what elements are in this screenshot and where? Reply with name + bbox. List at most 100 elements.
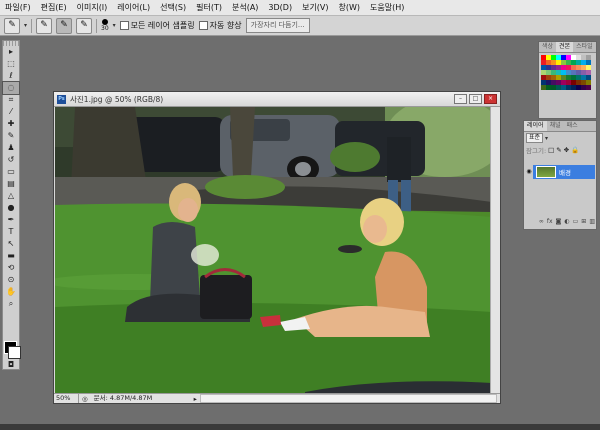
menu-item[interactable]: 필터(T) <box>191 0 227 16</box>
status-share-icon[interactable]: ◎ <box>79 395 88 403</box>
quick-selection-tool[interactable]: ◌ <box>2 81 20 95</box>
hand-tool[interactable]: ✋ <box>3 286 19 298</box>
type-tool[interactable]: T <box>3 226 19 238</box>
new-group-icon[interactable]: ▭ <box>573 218 579 227</box>
color-swatch[interactable] <box>586 85 591 90</box>
blend-mode-row: 표준 ▾ <box>524 132 596 144</box>
clone-stamp-tool[interactable]: ♟ <box>3 142 19 154</box>
brush-plus-icon: ✎ <box>60 20 68 30</box>
swatches-panel: 색상 견본 스타일 <box>538 41 597 119</box>
layer-name: 배경 <box>559 169 571 177</box>
crop-tool[interactable]: ⌗ <box>3 94 19 106</box>
lock-all-icon[interactable]: 🔒 <box>571 146 579 154</box>
chevron-down-icon[interactable]: ▾ <box>545 135 548 142</box>
eye-icon[interactable]: ◉ <box>525 165 533 179</box>
blend-mode-select[interactable]: 표준 <box>526 133 544 143</box>
lasso-tool[interactable]: ℓ <box>3 70 19 82</box>
gradient-tool[interactable]: ▤ <box>3 178 19 190</box>
separator <box>96 18 98 33</box>
adjustment-layer-icon[interactable]: ◐ <box>564 218 569 227</box>
blur-tool[interactable]: △ <box>3 190 19 202</box>
healing-brush-tool[interactable]: ✚ <box>3 118 19 130</box>
sample-all-layers-checkbox[interactable]: 모든 레이어 샘플링 <box>119 20 195 31</box>
toolbox: ▸ ⬚ ℓ ◌ ⌗ ⁄ ✚ ✎ ♟ ↺ ▭ ▤ △ ● ✒ T ↖ ▬ ⟲ ⊙ ✋ ⌕ ◘ <box>2 40 21 371</box>
auto-enhance-checkbox[interactable]: 자동 향상 <box>198 20 242 31</box>
close-button[interactable]: × <box>484 94 497 104</box>
refine-edge-button[interactable]: 가장자리 다듬기... <box>245 18 310 33</box>
menu-item[interactable]: 보기(V) <box>297 0 333 16</box>
panel-tab[interactable]: 패스 <box>564 121 581 131</box>
brush-icon: ✎ <box>40 20 48 30</box>
menu-item[interactable]: 3D(D) <box>263 0 297 16</box>
status-bar: 50% ◎ 문서: 4.87M/4.87M ▸ <box>54 393 500 403</box>
brush-size-value: 30 <box>101 25 109 32</box>
quick-selection-icon: ✎ <box>8 20 16 30</box>
brush-size-picker[interactable]: 30 <box>101 19 109 32</box>
chevron-down-icon[interactable]: ▾ <box>24 22 27 29</box>
quick-mask-icon[interactable]: ◘ <box>3 359 19 371</box>
swatches-panel-tabs: 색상 견본 스타일 <box>539 42 596 53</box>
new-selection-button[interactable]: ✎ <box>36 17 53 34</box>
zoom-tool[interactable]: ⌕ <box>3 298 19 310</box>
photo-image <box>55 107 492 395</box>
layer-thumbnail <box>536 166 556 178</box>
menu-item[interactable]: 파일(F) <box>0 0 36 16</box>
subtract-from-selection-button[interactable]: ✎ <box>76 17 93 34</box>
layer-row-background[interactable]: ◉ 배경 <box>525 165 595 179</box>
zoom-level-field[interactable]: 50% <box>54 394 79 403</box>
menu-item[interactable]: 분석(A) <box>227 0 263 16</box>
layers-footer: ∞ fx ◙ ◐ ▭ ⊞ ▥ <box>525 218 595 227</box>
image-canvas[interactable] <box>55 107 492 395</box>
fx-icon[interactable]: fx <box>547 218 553 227</box>
delete-layer-icon[interactable]: ▥ <box>589 218 595 227</box>
shape-tool[interactable]: ▬ <box>3 250 19 262</box>
3d-orbit-tool[interactable]: ⊙ <box>3 274 19 286</box>
add-to-selection-button[interactable]: ✎ <box>56 17 73 34</box>
menu-bar: 파일(F) 편집(E) 이미지(I) 레이어(L) 선택(S) 필터(T) 분석(A) 3D(… <box>0 0 600 16</box>
checkbox-box[interactable] <box>198 21 208 30</box>
menu-item[interactable]: 이미지(I) <box>72 0 113 16</box>
background-color-swatch[interactable] <box>8 346 21 359</box>
vertical-scrollbar[interactable] <box>490 107 500 395</box>
tool-list: ▸ ⬚ ℓ ◌ ⌗ ⁄ ✚ ✎ ♟ ↺ ▭ ▤ △ ● ✒ T ↖ ▬ ⟲ ⊙ ✋ ⌕ <box>2 46 20 310</box>
move-tool[interactable]: ▸ <box>3 46 19 58</box>
pen-tool[interactable]: ✒ <box>3 214 19 226</box>
menu-item[interactable]: 선택(S) <box>155 0 191 16</box>
history-brush-tool[interactable]: ↺ <box>3 154 19 166</box>
taskbar-strip <box>0 424 600 430</box>
status-menu-arrow-icon[interactable]: ▸ <box>194 395 197 403</box>
swatch-grid <box>541 55 591 90</box>
panel-tab[interactable]: 레이어 <box>524 121 547 131</box>
menu-item[interactable]: 창(W) <box>334 0 366 16</box>
eyedropper-tool[interactable]: ⁄ <box>3 106 19 118</box>
menu-item[interactable]: 도움말(H) <box>365 0 409 16</box>
path-selection-tool[interactable]: ↖ <box>3 238 19 250</box>
link-layers-icon[interactable]: ∞ <box>539 218 544 227</box>
panel-tab[interactable]: 색상 <box>539 42 556 52</box>
lock-pixels-icon[interactable]: ✎ <box>556 146 561 154</box>
menu-item[interactable]: 편집(E) <box>36 0 72 16</box>
add-mask-icon[interactable]: ◙ <box>556 218 562 227</box>
maximize-button[interactable]: □ <box>469 94 482 104</box>
horizontal-scrollbar[interactable] <box>199 394 497 403</box>
separator <box>31 18 33 33</box>
checkbox-box[interactable] <box>119 21 129 30</box>
lock-position-icon[interactable]: ✥ <box>564 146 569 154</box>
panel-tab[interactable]: 스타일 <box>573 42 596 52</box>
chevron-down-icon[interactable]: ▾ <box>113 22 116 29</box>
tool-preset-picker[interactable]: ✎ <box>4 17 20 34</box>
eraser-tool[interactable]: ▭ <box>3 166 19 178</box>
document-title: 사진1.jpg @ 50% (RGB/8) <box>70 94 164 104</box>
lock-transparency-icon[interactable]: □ <box>548 146 554 154</box>
photoshop-doc-icon: Ps <box>57 94 66 104</box>
menu-item[interactable]: 레이어(L) <box>112 0 155 16</box>
panel-tab[interactable]: 견본 <box>556 42 574 52</box>
3d-rotate-tool[interactable]: ⟲ <box>3 262 19 274</box>
panel-tab[interactable]: 채널 <box>547 121 564 131</box>
document-title-bar[interactable]: Ps 사진1.jpg @ 50% (RGB/8) – □ × <box>54 92 500 107</box>
brush-tool[interactable]: ✎ <box>3 130 19 142</box>
minimize-button[interactable]: – <box>454 94 467 104</box>
dodge-tool[interactable]: ● <box>3 202 19 214</box>
new-layer-icon[interactable]: ⊞ <box>581 218 586 227</box>
marquee-tool[interactable]: ⬚ <box>3 58 19 70</box>
